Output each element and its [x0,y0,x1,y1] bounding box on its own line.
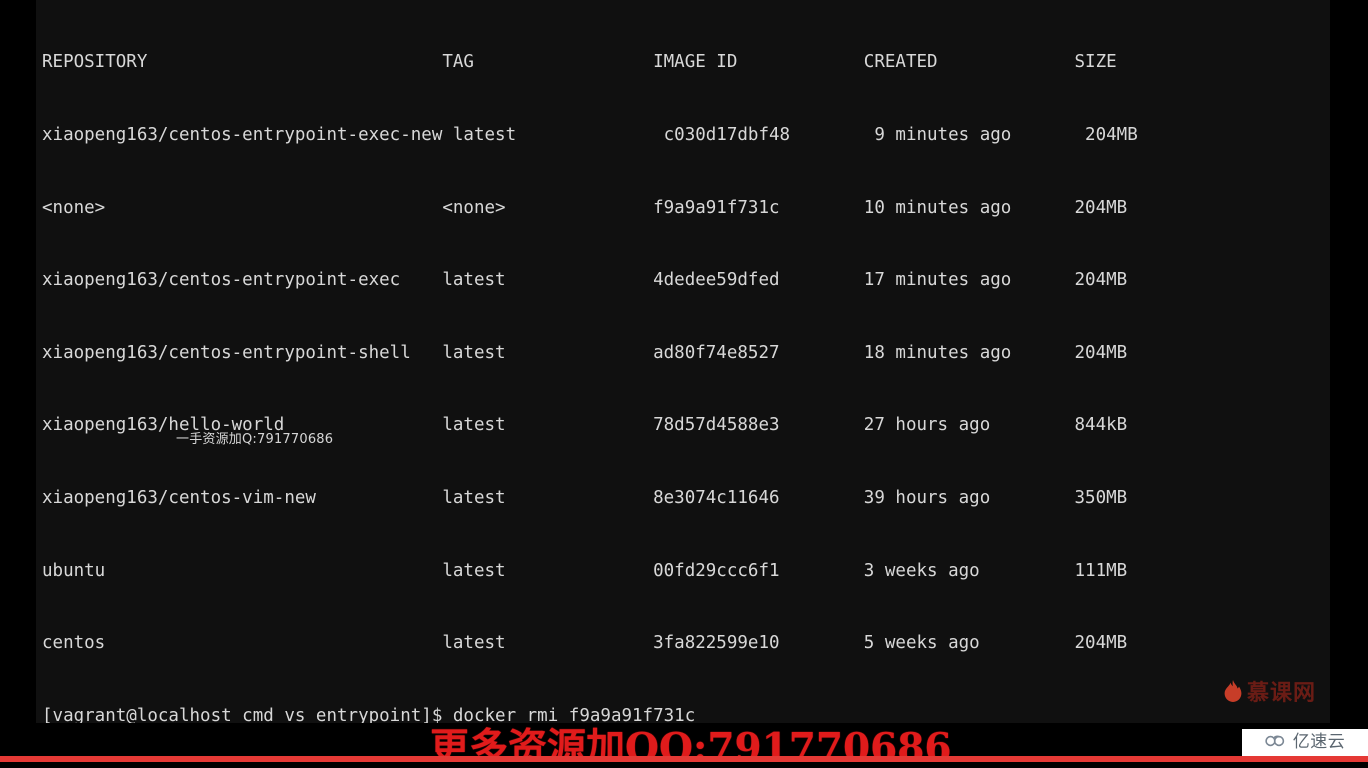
terminal-line: xiaopeng163/centos-entrypoint-exec-new l… [42,125,1138,145]
page-backdrop: REPOSITORY TAG IMAGE ID CREATED SIZE xia… [0,0,1368,768]
terminal-line: ubuntu latest 00fd29ccc6f1 3 weeks ago 1… [42,560,1128,581]
terminal-screen[interactable]: REPOSITORY TAG IMAGE ID CREATED SIZE xia… [42,2,1330,723]
terminal-line: REPOSITORY TAG IMAGE ID CREATED SIZE [42,52,1117,73]
red-accent-bar [0,756,1368,762]
terminal-line: xiaopeng163/centos-entrypoint-exec lates… [42,270,1128,291]
terminal-line: <none> <none> f9a9a91f731c 10 minutes ag… [42,197,1128,218]
terminal-line: centos latest 3fa822599e10 5 weeks ago 2… [42,633,1128,654]
yisuyun-label: 亿速云 [1292,732,1346,752]
terminal-line: xiaopeng163/hello-world latest 78d57d458… [42,415,1128,436]
cloud-icon [1265,734,1287,752]
yisuyun-badge: 亿速云 [1242,729,1368,756]
bottom-promo-band: 更多资源加QQ:791770686 亿速云 [0,723,1368,762]
terminal-line: [vagrant@localhost cmd_vs_entrypoint]$ d… [42,705,696,723]
terminal-line: xiaopeng163/centos-entrypoint-shell late… [42,342,1128,363]
terminal-line: xiaopeng163/centos-vim-new latest 8e3074… [42,487,1128,508]
terminal-window[interactable]: REPOSITORY TAG IMAGE ID CREATED SIZE xia… [36,0,1330,723]
